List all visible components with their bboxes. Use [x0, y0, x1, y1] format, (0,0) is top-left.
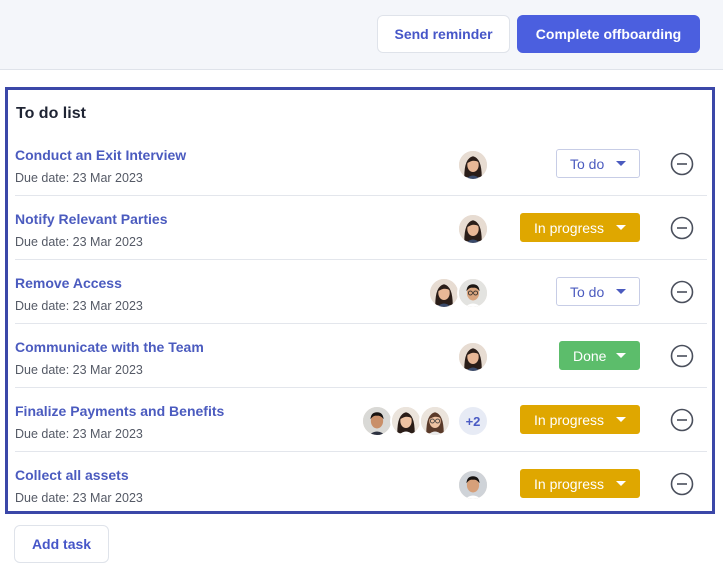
caret-down-icon: [616, 417, 626, 422]
status-label: In progress: [534, 475, 605, 492]
status-label: To do: [570, 283, 605, 300]
minus-circle-icon: [670, 216, 694, 240]
assignee-avatar[interactable]: [390, 405, 422, 437]
status-dropdown[interactable]: Done: [559, 341, 640, 370]
remove-task-button[interactable]: [670, 152, 694, 176]
minus-circle-icon: [670, 472, 694, 496]
assignee-avatar[interactable]: [457, 469, 489, 501]
assignee-avatar[interactable]: [457, 149, 489, 181]
caret-down-icon: [616, 289, 626, 294]
man-avatar-icon: [459, 471, 487, 499]
todo-list-title: To do list: [16, 105, 86, 122]
remove-task-button[interactable]: [670, 344, 694, 368]
task-row: Finalize Payments and Benefits Due date:…: [15, 388, 707, 452]
assignee-avatar[interactable]: [361, 405, 393, 437]
status-label: In progress: [534, 411, 605, 428]
status-dropdown[interactable]: To do: [556, 277, 640, 306]
task-due-date: Due date: 23 Mar 2023: [15, 427, 143, 441]
task-row: Communicate with the Team Due date: 23 M…: [15, 324, 707, 388]
man-glasses-avatar-icon: [459, 279, 487, 307]
status-dropdown[interactable]: In progress: [520, 213, 640, 242]
status-dropdown[interactable]: In progress: [520, 405, 640, 434]
caret-down-icon: [616, 161, 626, 166]
caret-down-icon: [616, 225, 626, 230]
minus-circle-icon: [670, 152, 694, 176]
complete-offboarding-button[interactable]: Complete offboarding: [517, 15, 700, 53]
assignee-avatar[interactable]: [428, 277, 460, 309]
send-reminder-button[interactable]: Send reminder: [377, 15, 510, 53]
task-name-link[interactable]: Notify Relevant Parties: [15, 211, 168, 227]
task-row: Collect all assets Due date: 23 Mar 2023…: [15, 452, 707, 516]
task-name-link[interactable]: Remove Access: [15, 275, 122, 291]
status-label: In progress: [534, 219, 605, 236]
task-name-link[interactable]: Communicate with the Team: [15, 339, 204, 355]
caret-down-icon: [616, 481, 626, 486]
task-due-date: Due date: 23 Mar 2023: [15, 235, 143, 249]
task-row: Remove Access Due date: 23 Mar 2023 To d…: [15, 260, 707, 324]
assignee-avatar[interactable]: [419, 405, 451, 437]
assignee-avatar[interactable]: [457, 213, 489, 245]
status-label: To do: [570, 155, 605, 172]
assignee-avatar[interactable]: [457, 277, 489, 309]
more-assignees-badge[interactable]: +2: [457, 405, 489, 437]
woman-avatar-icon: [459, 215, 487, 243]
task-name-link[interactable]: Conduct an Exit Interview: [15, 147, 186, 163]
todo-list-panel: To do list Conduct an Exit Interview Due…: [5, 87, 715, 514]
task-name-link[interactable]: Collect all assets: [15, 467, 129, 483]
task-due-date: Due date: 23 Mar 2023: [15, 299, 143, 313]
man-avatar-icon: [363, 407, 391, 435]
remove-task-button[interactable]: [670, 408, 694, 432]
remove-task-button[interactable]: [670, 280, 694, 304]
task-due-date: Due date: 23 Mar 2023: [15, 363, 143, 377]
minus-circle-icon: [670, 344, 694, 368]
remove-task-button[interactable]: [670, 472, 694, 496]
woman-avatar-icon: [459, 151, 487, 179]
minus-circle-icon: [670, 408, 694, 432]
status-label: Done: [573, 347, 607, 364]
assignee-avatar[interactable]: [457, 341, 489, 373]
top-action-bar: Send reminder Complete offboarding: [0, 0, 723, 70]
task-due-date: Due date: 23 Mar 2023: [15, 491, 143, 505]
task-row: Notify Relevant Parties Due date: 23 Mar…: [15, 196, 707, 260]
woman-avatar-icon: [430, 279, 458, 307]
caret-down-icon: [616, 353, 627, 358]
woman-avatar-icon: [459, 343, 487, 371]
task-name-link[interactable]: Finalize Payments and Benefits: [15, 403, 224, 419]
woman-glasses-avatar-icon: [421, 407, 449, 435]
add-task-button[interactable]: Add task: [14, 525, 109, 563]
remove-task-button[interactable]: [670, 216, 694, 240]
status-dropdown[interactable]: In progress: [520, 469, 640, 498]
woman-avatar-icon: [392, 407, 420, 435]
status-dropdown[interactable]: To do: [556, 149, 640, 178]
task-due-date: Due date: 23 Mar 2023: [15, 171, 143, 185]
minus-circle-icon: [670, 280, 694, 304]
task-row: Conduct an Exit Interview Due date: 23 M…: [15, 132, 707, 196]
